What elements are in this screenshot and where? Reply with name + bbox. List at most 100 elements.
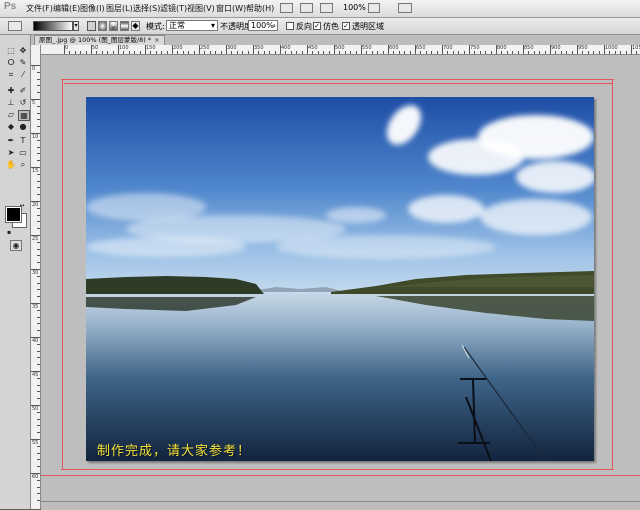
menu-filter[interactable]: 滤镜(T) <box>160 3 187 14</box>
ruler-minor-tick <box>37 126 40 128</box>
dither-checkbox[interactable]: ✓ <box>313 22 321 30</box>
menu-file[interactable]: 文件(F) <box>26 3 53 14</box>
menu-help[interactable]: 帮助(H) <box>246 3 274 14</box>
vertical-ruler[interactable]: 0 5 10 15 20 25 30 35 40 45 50 55 60 <box>31 45 41 509</box>
path-select-tool-icon[interactable]: ➤ <box>6 148 16 157</box>
reverse-checkbox[interactable] <box>286 22 294 30</box>
ruler-minor-tick <box>150 51 152 54</box>
reflected-gradient-icon[interactable] <box>120 21 129 31</box>
ruler-minor-tick <box>155 51 157 54</box>
ruler-minor-tick <box>37 479 40 481</box>
menu-layer[interactable]: 图层(L) <box>106 3 133 14</box>
blur-tool-icon[interactable]: ◆ <box>6 122 16 131</box>
arrange-documents-icon[interactable] <box>398 3 412 13</box>
healing-brush-tool-icon[interactable]: ✚ <box>6 86 16 95</box>
opacity-input[interactable]: 100% › <box>248 20 278 31</box>
ruler-minor-tick <box>404 51 406 54</box>
ruler-minor-tick <box>296 51 298 54</box>
radial-gradient-icon[interactable] <box>98 21 107 31</box>
guide-left <box>62 79 63 470</box>
pen-tool-icon[interactable]: ✒ <box>6 136 16 145</box>
hand-tool-icon[interactable]: ✋ <box>6 160 16 169</box>
ruler-minor-tick <box>74 51 76 54</box>
swap-colors-icon[interactable]: ↔ <box>17 201 27 210</box>
menu-edit[interactable]: 编辑(E) <box>53 3 80 14</box>
ruler-minor-tick <box>37 459 40 461</box>
lasso-tool-icon[interactable]: ⵔ <box>6 58 16 67</box>
canvas-image[interactable] <box>86 97 594 461</box>
angle-gradient-icon[interactable] <box>109 21 118 31</box>
ruler-minor-tick <box>37 316 40 318</box>
eraser-tool-icon[interactable]: ▱ <box>6 110 16 119</box>
ruler-minor-tick <box>409 51 411 54</box>
chevron-down-icon[interactable]: ▾ <box>73 21 79 31</box>
gradient-tool-icon[interactable]: ▦ <box>18 110 30 121</box>
ruler-minor-tick <box>371 51 373 54</box>
ruler-minor-tick <box>37 343 40 345</box>
transparency-checkbox[interactable]: ✓ <box>342 22 350 30</box>
dodge-tool-icon[interactable]: ● <box>18 122 28 131</box>
default-colors-icon[interactable]: ▪ <box>4 228 14 237</box>
mode-select[interactable]: 正常 ▾ <box>166 20 218 31</box>
ruler-minor-tick <box>431 51 433 54</box>
ruler-minor-tick <box>312 51 314 54</box>
ruler-minor-tick <box>274 51 276 54</box>
ruler-minor-tick <box>485 51 487 54</box>
ruler-label: 5 <box>32 100 36 106</box>
diamond-gradient-icon[interactable]: ◆ <box>131 21 140 31</box>
brush-tool-icon[interactable]: ✐ <box>18 86 28 95</box>
ruler-minor-tick <box>290 51 292 54</box>
bridge-icon[interactable] <box>280 3 293 13</box>
marquee-tool-icon[interactable]: ⬚ <box>6 46 16 55</box>
ruler-minor-tick <box>37 377 40 379</box>
ruler-minor-tick <box>96 51 98 54</box>
ruler-minor-tick <box>37 398 40 400</box>
type-tool-icon[interactable]: T <box>18 136 28 145</box>
guide-bottom-inner <box>61 469 614 470</box>
ruler-label: 50 <box>92 45 99 51</box>
quick-mask-icon[interactable]: ◉ <box>10 240 22 251</box>
mini-bridge-icon[interactable] <box>300 3 313 13</box>
guide-right <box>612 79 613 470</box>
ruler-minor-tick <box>382 51 384 54</box>
shape-tool-icon[interactable]: ▭ <box>18 148 28 157</box>
ruler-minor-tick <box>37 493 40 495</box>
extras-icon[interactable] <box>320 3 333 13</box>
mode-value: 正常 <box>169 21 185 30</box>
history-brush-tool-icon[interactable]: ↺ <box>18 98 28 107</box>
menu-view[interactable]: 视图(V) <box>187 3 215 14</box>
ruler-minor-tick <box>37 309 40 311</box>
ruler-minor-tick <box>593 51 595 54</box>
ruler-label: 0 <box>65 45 69 51</box>
move-tool-icon[interactable]: ✥ <box>18 46 28 55</box>
chevron-right-icon: › <box>272 21 276 30</box>
zoom-tool-icon[interactable]: ⌕ <box>18 160 28 169</box>
ruler-minor-tick <box>474 51 476 54</box>
ruler-minor-tick <box>37 92 40 94</box>
close-icon[interactable]: × <box>154 36 159 44</box>
zoom-level[interactable]: 100% <box>343 3 366 12</box>
eyedropper-tool-icon[interactable]: ⁄ <box>18 70 28 79</box>
gradient-tool-preset-icon[interactable] <box>8 21 22 31</box>
ruler-minor-tick <box>37 255 40 257</box>
document-tab-title: 原图_.jpg @ 100% (图_图层蒙版/8) * <box>39 36 152 44</box>
linear-gradient-icon[interactable] <box>87 21 96 31</box>
menu-image[interactable]: 图像(I) <box>80 3 105 14</box>
ruler-minor-tick <box>501 51 503 54</box>
clone-stamp-tool-icon[interactable]: ⊥ <box>6 98 16 107</box>
ruler-minor-tick <box>231 51 233 54</box>
menu-select[interactable]: 选择(S) <box>133 3 160 14</box>
horizontal-ruler[interactable]: 0 50 100 150 200 250 300 350 400 450 500 550 600 650 7… <box>40 45 640 55</box>
hand-view-icon[interactable] <box>368 3 380 13</box>
quick-select-tool-icon[interactable]: ✎ <box>18 58 28 67</box>
dither-label: 仿色 <box>323 22 339 31</box>
ruler-minor-tick <box>37 445 40 447</box>
ruler-minor-tick <box>425 51 427 54</box>
menu-window[interactable]: 窗口(W) <box>216 3 246 14</box>
crop-tool-icon[interactable]: ⌗ <box>6 70 16 79</box>
ruler-minor-tick <box>37 364 40 366</box>
ruler-minor-tick <box>37 425 40 427</box>
ruler-minor-tick <box>555 51 557 54</box>
ruler-minor-tick <box>452 51 454 54</box>
gradient-picker[interactable] <box>33 21 73 31</box>
